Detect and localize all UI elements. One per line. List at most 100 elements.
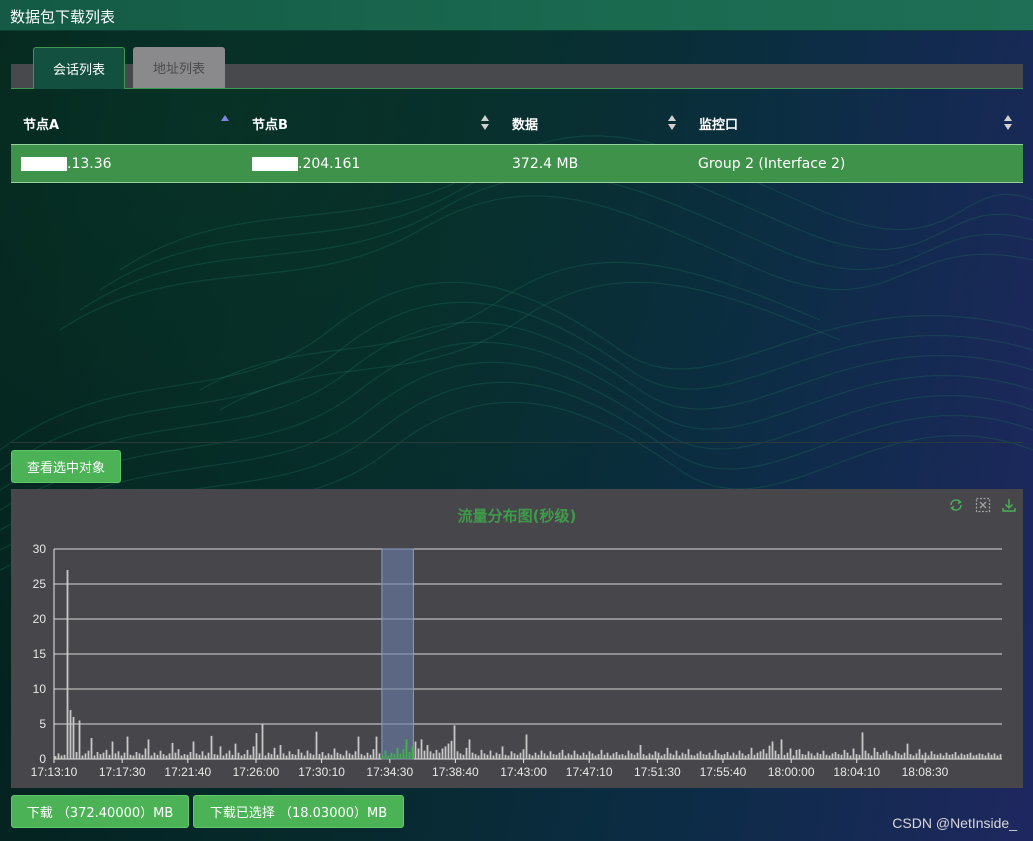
redaction-mask [21, 156, 67, 171]
bar [966, 754, 969, 759]
bar [861, 732, 864, 759]
bar [96, 752, 99, 759]
bar [987, 752, 990, 759]
bar [681, 752, 684, 759]
bar [276, 754, 279, 759]
bar [108, 754, 111, 759]
y-tick-label: 30 [33, 542, 47, 556]
bar [678, 755, 681, 759]
bar [501, 746, 504, 759]
bar [294, 754, 297, 759]
bar [429, 751, 432, 759]
bar [225, 753, 228, 759]
bar [768, 745, 771, 759]
x-tick-label: 17:34:30 [366, 765, 413, 779]
bar [141, 754, 144, 759]
x-tick-label: 18:00:00 [768, 765, 815, 779]
bar [513, 753, 516, 759]
bar [267, 752, 270, 759]
bar [609, 755, 612, 759]
tab-address-list[interactable]: 地址列表 [133, 47, 225, 88]
bar [171, 742, 174, 759]
bar [795, 749, 798, 759]
bar [279, 745, 282, 759]
bar [849, 755, 852, 759]
bar [315, 731, 318, 759]
bar [846, 752, 849, 759]
bar [798, 749, 801, 759]
y-tick-label: 25 [33, 577, 47, 591]
bar [288, 751, 291, 759]
bar [63, 754, 66, 759]
column-header-monitor-port[interactable]: 监控口 [687, 104, 1023, 142]
bar [339, 754, 342, 759]
bar [762, 749, 765, 759]
bar [843, 749, 846, 759]
bar [381, 754, 384, 759]
tab-session-list[interactable]: 会话列表 [33, 47, 125, 89]
bar [165, 755, 168, 759]
bar [549, 751, 552, 759]
bar [390, 752, 393, 759]
bar [633, 754, 636, 759]
table-row[interactable]: .13.36 .204.161 372.4 MB Group 2 (Interf… [11, 144, 1023, 183]
bar [150, 755, 153, 759]
bar [507, 755, 510, 759]
bar [666, 747, 669, 759]
column-header-node-a[interactable]: 节点A [11, 104, 240, 142]
y-tick-label: 5 [39, 717, 46, 731]
bar [351, 754, 354, 759]
bar [612, 753, 615, 759]
traffic-bar-chart[interactable]: 0 5 10 15 20 25 30 17:13:10 17:17:30 17:21:40 17:2… [11, 489, 1023, 788]
bar [204, 755, 207, 759]
bar [411, 746, 414, 759]
bar [462, 754, 465, 759]
bar [660, 755, 663, 759]
bar [825, 754, 828, 759]
bar [111, 741, 114, 759]
section-divider [11, 442, 1023, 443]
bar [990, 754, 993, 759]
column-label: 监控口 [699, 117, 739, 133]
bar [66, 570, 69, 759]
download-all-button[interactable]: 下载 （372.40000）MB [11, 795, 189, 828]
bar [444, 746, 447, 759]
bar [858, 754, 861, 759]
bar [510, 751, 513, 759]
download-selected-button[interactable]: 下载已选择 （18.03000）MB [193, 795, 404, 828]
column-header-node-b[interactable]: 节点B [240, 104, 500, 142]
bar [75, 752, 78, 759]
view-selected-button[interactable]: 查看选中对象 [11, 450, 121, 483]
bar [84, 753, 87, 759]
bar [438, 752, 441, 759]
bar [948, 754, 951, 759]
bar [810, 753, 813, 759]
column-header-data[interactable]: 数据 [500, 104, 687, 142]
bar [909, 754, 912, 759]
bar [219, 746, 222, 759]
bar [102, 752, 105, 759]
bar [180, 755, 183, 759]
bar [540, 750, 543, 759]
bar [123, 752, 126, 759]
bar [156, 754, 159, 759]
bar [756, 752, 759, 759]
redaction-mask [252, 156, 298, 171]
bar [240, 755, 243, 759]
bar [840, 754, 843, 759]
y-tick-label: 20 [33, 612, 47, 626]
bar [435, 749, 438, 759]
bar [570, 754, 573, 759]
bar [414, 741, 417, 759]
bar [531, 755, 534, 759]
bar [369, 754, 372, 759]
x-tick-label: 18:04:10 [833, 765, 880, 779]
bar [642, 754, 645, 759]
bar [456, 751, 459, 759]
bar [621, 754, 624, 759]
traffic-chart-panel: 流量分布图(秒级) 0 5 10 15 20 25 30 17:13:10 17:17:30 17… [11, 489, 1023, 788]
bar [786, 752, 789, 759]
bar [912, 755, 915, 759]
bar [543, 753, 546, 759]
bar [996, 755, 999, 759]
